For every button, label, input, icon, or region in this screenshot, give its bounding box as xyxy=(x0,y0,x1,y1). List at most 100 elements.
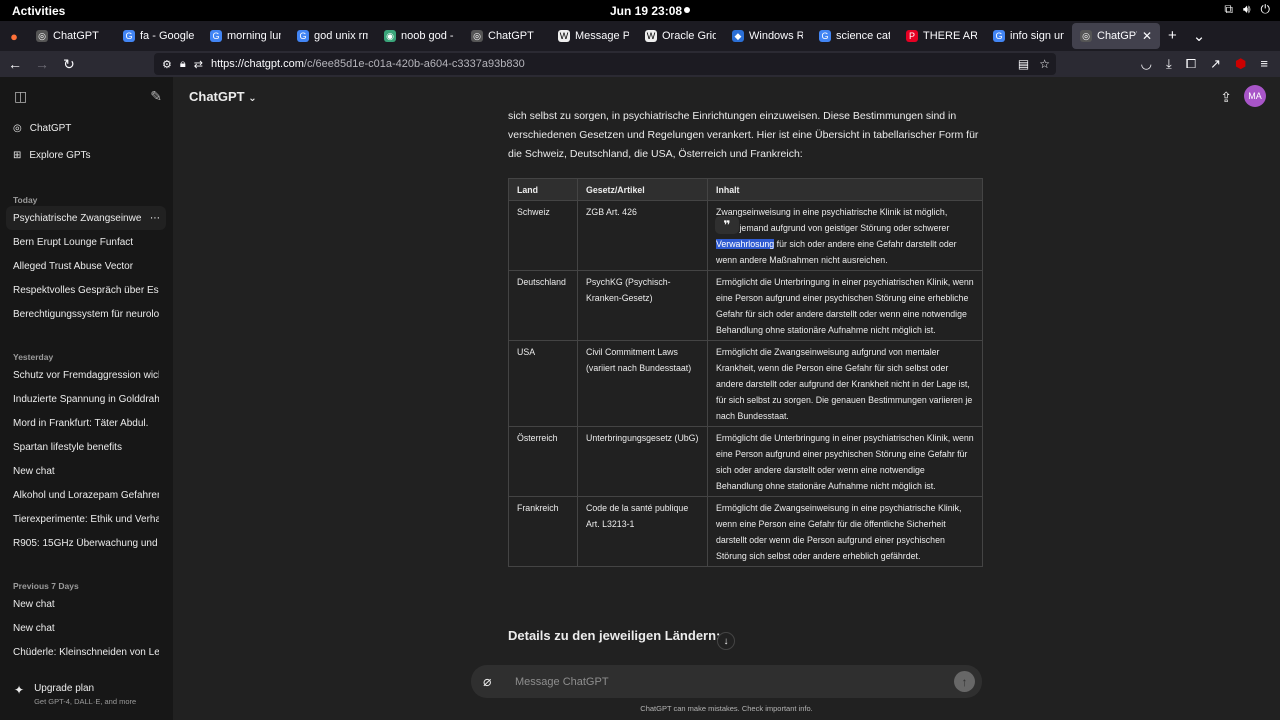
chat-title: New chat xyxy=(13,598,55,610)
scroll-down-arrow-icon[interactable]: ↓ xyxy=(717,632,735,650)
permissions-icon[interactable]: ⇄ xyxy=(194,58,203,71)
sidebar-item-label: Explore GPTs xyxy=(29,149,91,161)
tab-favicon-icon: W xyxy=(645,30,657,42)
cell-land: Österreich xyxy=(508,426,578,497)
tab-list-chevron-icon[interactable]: ⌄ xyxy=(1193,27,1206,45)
toggle-sidebar-icon[interactable]: ◫ xyxy=(14,88,27,105)
sidebar-item-explore-gpts[interactable]: ⊞ Explore GPTs xyxy=(6,143,166,167)
table-row: USA Civil Commitment Laws (variiert nach … xyxy=(508,340,983,427)
system-tray[interactable]: ⧉ 🔊︎ ⏻ xyxy=(1224,2,1270,17)
browser-tab[interactable]: ◎ ChatGPT xyxy=(463,21,550,51)
sidebar-chat-item[interactable]: New chat xyxy=(6,459,166,483)
tab-label: fa - Google Su xyxy=(140,30,194,42)
forward-arrow-icon[interactable]: → xyxy=(30,56,54,72)
quote-selection-button[interactable]: ❞ xyxy=(715,216,739,234)
sidebar-chat-item[interactable]: Alkohol und Lorazepam Gefahren xyxy=(6,483,166,507)
tab-label: god unix rm s xyxy=(314,30,368,42)
sidebar-chat-item[interactable]: Schutz vor Fremdaggression wicht xyxy=(6,363,166,387)
sidebar-section-heading: Yesterday xyxy=(13,352,54,362)
tab-favicon-icon: G xyxy=(210,30,222,42)
new-chat-icon[interactable]: ✎ xyxy=(150,88,162,105)
reload-icon[interactable]: ↻ xyxy=(57,56,81,73)
sidebar-chat-item[interactable]: Bern Erupt Lounge Funfact xyxy=(6,230,166,254)
selected-text[interactable]: Verwahrlosung xyxy=(716,239,775,249)
attach-paperclip-icon[interactable]: ⌀ xyxy=(483,673,503,690)
browser-tab[interactable]: ◆ Windows Rec xyxy=(724,21,811,51)
chat-title: Psychiatrische Zwangseinweisu xyxy=(13,212,141,224)
tab-favicon-icon: W xyxy=(558,30,570,42)
activities-button[interactable]: Activities xyxy=(12,4,65,18)
browser-tab[interactable]: P THERE ARE C xyxy=(898,21,985,51)
browser-tab[interactable]: Gfa - Google Su xyxy=(115,21,202,51)
browser-tab[interactable]: ◎ ChatGPT ✕ xyxy=(1072,23,1160,49)
sidebar-chat-item[interactable]: Alleged Trust Abuse Vector xyxy=(6,254,166,278)
lock-icon[interactable]: 🔒︎ xyxy=(180,58,186,71)
back-arrow-icon[interactable]: ← xyxy=(3,56,27,72)
browser-tab[interactable]: Ginfo sign unic xyxy=(985,21,1072,51)
close-tab-icon[interactable]: ✕ xyxy=(1142,29,1152,43)
url-path: /c/6ee85d1e-c01a-420b-a604-c3337a93b830 xyxy=(303,58,525,70)
chatgpt-logo-icon: ◎ xyxy=(13,122,22,134)
table-row: Frankreich Code de la santé publique Art.… xyxy=(508,496,983,567)
table-row: Schweiz ZGB Art. 426 Zwangseinweisung in e… xyxy=(508,200,983,271)
firefox-menu-icon[interactable]: ● xyxy=(0,29,28,44)
sidebar-chat-item[interactable]: Tierexperimente: Ethik und Verhalt xyxy=(6,507,166,531)
browser-tab[interactable]: W Message Pass xyxy=(550,21,637,51)
browser-tab[interactable]: Gmorning luna xyxy=(202,21,289,51)
chat-title: Schutz vor Fremdaggression wicht xyxy=(13,369,159,381)
sidebar-chat-item[interactable]: Psychiatrische Zwangseinweisu ⋯ xyxy=(6,206,166,230)
browser-tab[interactable]: ◉ noob god - Im xyxy=(376,21,463,51)
disclaimer-text: ChatGPT can make mistakes. Check importa… xyxy=(640,704,813,713)
intro-line: sich selbst zu sorgen, in psychiatrische… xyxy=(508,110,957,122)
sidebar-chat-item[interactable]: New chat xyxy=(6,616,166,640)
chevron-down-icon: ⌄ xyxy=(248,93,257,104)
message-composer: ⌀ ↑ xyxy=(471,665,982,698)
send-arrow-icon[interactable]: ↑ xyxy=(954,671,975,692)
tab-label: ChatGPT xyxy=(1097,30,1137,42)
sidebar-item-label: ChatGPT xyxy=(29,122,72,134)
sidebar-section-heading: Today xyxy=(13,195,38,205)
ublock-icon[interactable]: ⬢ xyxy=(1235,56,1246,72)
message-input[interactable] xyxy=(515,675,935,688)
chat-title: Bern Erupt Lounge Funfact xyxy=(13,236,134,248)
url-bar[interactable]: ⚙ 🔒︎ ⇄ https://chatgpt.com/c/6ee85d1e-c0… xyxy=(154,53,1056,75)
upgrade-plan-button[interactable]: ✦ Upgrade plan Get GPT-4, DALL·E, and mo… xyxy=(14,683,136,706)
menu-hamburger-icon[interactable]: ≡ xyxy=(1260,56,1268,72)
chat-title: R905: 15GHz Überwachung und Stö xyxy=(13,537,159,549)
bookmark-star-icon[interactable]: ☆ xyxy=(1039,57,1050,71)
inhalt-text: wenn jemand aufgrund von geistiger Störu… xyxy=(716,223,950,233)
sidebar-chat-item[interactable]: Induzierte Spannung in Golddraht xyxy=(6,387,166,411)
sidebar-item-chatgpt[interactable]: ◎ ChatGPT xyxy=(6,116,166,140)
avatar[interactable]: MA xyxy=(1244,85,1266,107)
extension-arrow-icon[interactable]: ↗ xyxy=(1210,56,1221,72)
reader-view-icon[interactable]: ▤ xyxy=(1018,57,1029,71)
power-icon: ⏻ xyxy=(1260,2,1271,16)
system-clock[interactable]: Jun 19 23:08 xyxy=(610,4,682,18)
chat-title: Chüderle: Kleinschneiden von Lebe xyxy=(13,646,159,658)
extensions-icon[interactable]: ⧠ xyxy=(1186,56,1196,72)
browser-tab-bar: ● ◎ChatGPTGfa - Google SuGmorning lunaGg… xyxy=(0,21,1280,51)
cell-land: Schweiz xyxy=(508,200,578,271)
browser-tab[interactable]: Gscience cat in xyxy=(811,21,898,51)
download-icon[interactable]: ⤓ xyxy=(1166,56,1172,72)
browser-tab[interactable]: Ggod unix rm s xyxy=(289,21,376,51)
sidebar-chat-item[interactable]: Chüderle: Kleinschneiden von Lebe xyxy=(6,640,166,664)
chat-title: Respektvolles Gespräch über Esser xyxy=(13,284,159,296)
sidebar-chat-item[interactable]: Spartan lifestyle benefits xyxy=(6,435,166,459)
model-selector[interactable]: ChatGPT ⌄ xyxy=(189,89,257,104)
browser-tab[interactable]: ◎ ChatGPT xyxy=(28,21,115,51)
share-icon[interactable]: ⇪ xyxy=(1220,89,1232,106)
sidebar-chat-item[interactable]: Respektvolles Gespräch über Esser xyxy=(6,278,166,302)
sidebar-chat-item[interactable]: Mord in Frankfurt: Täter Abdul. xyxy=(6,411,166,435)
sparkle-icon: ✦ xyxy=(14,683,25,697)
sidebar-chat-item[interactable]: Berechtigungssystem für neurologi xyxy=(6,302,166,326)
sidebar-chat-item[interactable]: R905: 15GHz Überwachung und Stö xyxy=(6,531,166,555)
browser-tab[interactable]: W Oracle Grid Er xyxy=(637,21,724,51)
more-options-icon[interactable]: ⋯ xyxy=(150,213,160,224)
page-info-icon[interactable]: ⚙ xyxy=(162,58,172,71)
pocket-icon[interactable]: ◡ xyxy=(1141,56,1152,72)
tab-favicon-icon: G xyxy=(123,30,135,42)
new-tab-icon[interactable]: + xyxy=(1168,27,1177,45)
sidebar-chat-item[interactable]: New chat xyxy=(6,592,166,616)
cell-land: Frankreich xyxy=(508,496,578,567)
